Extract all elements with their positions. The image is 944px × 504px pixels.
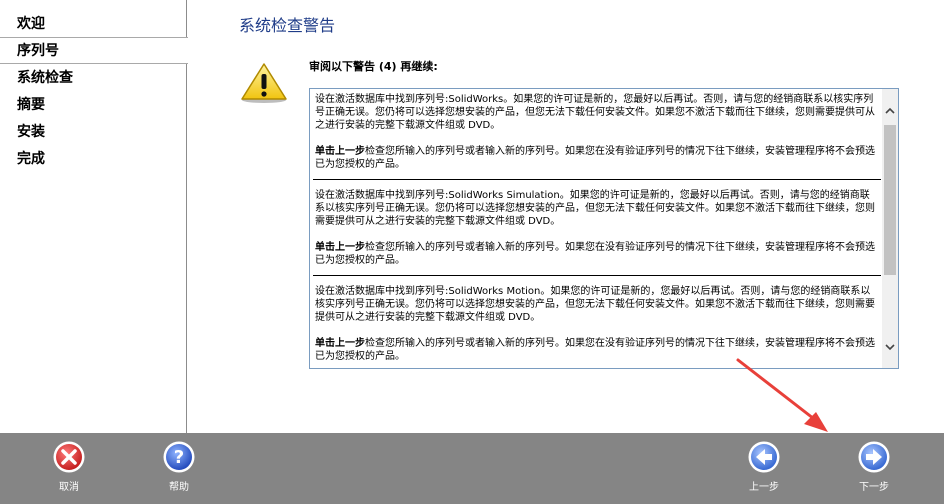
warning-message-hint: 单击上一步检查您所输入的序列号或者输入新的序列号。如果您在没有验证序列号的情况下… [315, 241, 879, 267]
sidebar-item-install[interactable]: 安装 [0, 119, 186, 146]
next-arrow-icon [858, 441, 890, 473]
warning-message-content: 设在激活数据库中找到序列号:SolidWorks。如果您的许可证是新的，您最好以… [310, 89, 883, 368]
hint-back-keyword: 上一步 [335, 242, 365, 253]
hint-prefix: 单击 [315, 242, 335, 253]
sidebar: 欢迎 序列号 系统检查 摘要 安装 完成 [0, 0, 188, 433]
hint-text: 检查您所输入的序列号或者输入新的序列号。如果您在没有验证序列号的情况下往下继续，… [315, 146, 875, 170]
sidebar-item-welcome[interactable]: 欢迎 [0, 11, 186, 38]
hint-back-keyword: 上一步 [335, 146, 365, 157]
warning-message-text: 设在激活数据库中找到序列号:SolidWorks。如果您的许可证是新的，您最好以… [315, 94, 875, 131]
help-question-icon: ? [163, 441, 195, 473]
warning-message-text: 设在激活数据库中找到序列号:SolidWorks Simulation。如果您的… [315, 190, 875, 227]
bottom-toolbar: 取消 ? 帮助 上一步 下一步 [0, 433, 944, 504]
page-title: 系统检查警告 [239, 16, 336, 35]
scrollbar-thumb[interactable] [884, 125, 896, 275]
scroll-up-icon[interactable] [882, 103, 898, 119]
warning-message: 设在激活数据库中找到序列号:SolidWorks Simulation。如果您的… [315, 189, 879, 267]
warning-message-list[interactable]: 设在激活数据库中找到序列号:SolidWorks。如果您的许可证是新的，您最好以… [309, 88, 899, 369]
sidebar-item-serial-number[interactable]: 序列号 [0, 37, 188, 64]
warning-heading: 审阅以下警告 (4) 再继续: [309, 60, 438, 73]
hint-back-keyword: 上一步 [335, 338, 365, 349]
back-button[interactable]: 上一步 [734, 440, 794, 500]
hint-text: 检查您所输入的序列号或者输入新的序列号。如果您在没有验证序列号的情况下往下继续，… [315, 242, 875, 266]
cancel-label: 取消 [59, 482, 79, 493]
hint-prefix: 单击 [315, 146, 335, 157]
warning-message-text: 设在激活数据库中找到序列号:SolidWorks Motion。如果您的许可证是… [315, 286, 875, 323]
cancel-x-icon [53, 441, 85, 473]
sidebar-item-finish[interactable]: 完成 [0, 146, 186, 173]
scroll-down-icon[interactable] [882, 339, 898, 355]
hint-prefix: 单击 [315, 338, 335, 349]
sidebar-item-system-check[interactable]: 系统检查 [0, 65, 186, 92]
help-button[interactable]: ? 帮助 [149, 440, 209, 500]
back-label: 上一步 [749, 482, 779, 493]
warning-triangle-icon [240, 62, 288, 104]
vertical-scrollbar[interactable] [882, 89, 898, 368]
message-divider [313, 275, 881, 276]
back-arrow-icon [748, 441, 780, 473]
next-label: 下一步 [859, 482, 889, 493]
help-label: 帮助 [169, 482, 189, 493]
message-divider [313, 179, 881, 180]
sidebar-item-summary[interactable]: 摘要 [0, 92, 186, 119]
warning-message: 设在激活数据库中找到序列号:SolidWorks。如果您的许可证是新的，您最好以… [315, 93, 879, 171]
warning-message-hint: 单击上一步检查您所输入的序列号或者输入新的序列号。如果您在没有验证序列号的情况下… [315, 145, 879, 171]
annotation-arrow-icon [736, 358, 828, 432]
next-button[interactable]: 下一步 [844, 440, 904, 500]
cancel-button[interactable]: 取消 [39, 440, 99, 500]
svg-text:?: ? [174, 447, 184, 468]
